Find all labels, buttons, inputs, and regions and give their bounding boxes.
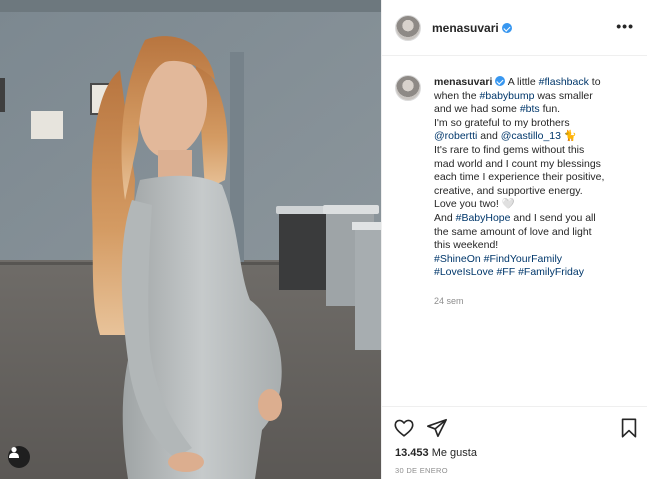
hashtag-link[interactable]: #FindYourFamily <box>484 253 562 265</box>
heart-icon[interactable] <box>393 417 415 439</box>
caption-line: I'm so grateful to my brothers <box>434 117 634 131</box>
caption-text: each time I experience their positive, <box>434 171 605 184</box>
caption-text: And <box>434 211 456 224</box>
header-username[interactable]: menasuvari <box>432 21 512 35</box>
more-options-icon[interactable]: ••• <box>616 19 634 33</box>
caption-line: @robertti and @castillo_13 🐈 <box>434 130 634 144</box>
paper-plane-icon[interactable] <box>426 417 448 439</box>
caption-avatar[interactable] <box>395 75 421 101</box>
caption-line: and we had some #bts fun. <box>434 103 634 117</box>
verified-badge-icon <box>501 23 512 33</box>
caption-text: A little <box>505 76 539 88</box>
caption-text: mad world and I count my blessings <box>434 157 601 170</box>
caption-text: I'm so grateful to my brothers <box>434 116 570 129</box>
user-tag-icon <box>9 447 19 458</box>
caption-line: this weekend! <box>434 239 634 253</box>
caption-text: and <box>477 130 501 143</box>
caption-line: when the #babybump was smaller <box>434 90 634 104</box>
hashtag-link[interactable]: #BabyHope <box>456 212 511 224</box>
hashtag-link[interactable]: #FamilyFriday <box>518 266 584 278</box>
caption-text: was smaller <box>534 89 593 102</box>
hashtag-link[interactable]: #LoveIsLove <box>434 266 494 278</box>
caption-line: It's rare to find gems without this <box>434 144 634 158</box>
caption-text: fun. <box>539 103 561 116</box>
caption-time[interactable]: 24 sem <box>434 296 464 306</box>
caption-text: to <box>588 76 601 88</box>
post-side-panel: menasuvari ••• menasuvari A little #flas… <box>381 0 647 479</box>
post-date[interactable]: 30 DE ENERO <box>395 466 448 475</box>
comments-section: menasuvari A little #flashback to when th… <box>382 56 647 406</box>
action-bar: 13.453 Me gusta 30 DE ENERO <box>382 406 647 479</box>
caption-text: the same amount of love and light <box>434 225 592 238</box>
hashtag-link[interactable]: #ShineOn <box>434 253 481 265</box>
caption-text: 🐈 <box>560 130 577 143</box>
likes-number[interactable]: 13.453 <box>395 447 429 459</box>
caption-line: the same amount of love and light <box>434 226 634 240</box>
post-image <box>0 0 381 479</box>
post-caption: menasuvari A little #flashback to when th… <box>434 76 634 280</box>
hashtag-link[interactable]: #FF <box>496 266 515 278</box>
caption-text: and I send you all <box>510 211 596 224</box>
header-username-text[interactable]: menasuvari <box>432 21 499 35</box>
caption-line: each time I experience their positive, <box>434 171 634 185</box>
caption-line: creative, and supportive energy. <box>434 185 634 199</box>
post-header: menasuvari ••• <box>382 0 647 56</box>
mention-link[interactable]: @castillo_13 <box>501 130 561 142</box>
caption-line: #ShineOn #FindYourFamily <box>434 253 634 267</box>
bookmark-icon[interactable] <box>618 417 640 439</box>
user-tag-button[interactable] <box>8 446 30 468</box>
caption-text: creative, and supportive energy. <box>434 184 583 197</box>
caption-text: when the <box>434 89 480 102</box>
likes-count[interactable]: 13.453 Me gusta <box>395 447 477 459</box>
mention-link[interactable]: @robertti <box>434 130 477 142</box>
caption-line: menasuvari A little #flashback to <box>434 76 634 90</box>
post-photo[interactable] <box>0 0 381 479</box>
caption-username[interactable]: menasuvari <box>434 76 492 88</box>
caption-line: #LoveIsLove #FF #FamilyFriday <box>434 266 634 280</box>
caption-text: It's rare to find gems without this <box>434 143 585 156</box>
caption-line: And #BabyHope and I send you all <box>434 212 634 226</box>
verified-badge-icon <box>495 76 506 86</box>
hashtag-link[interactable]: #babybump <box>480 90 535 102</box>
hashtag-link[interactable]: #flashback <box>539 76 589 88</box>
caption-line: mad world and I count my blessings <box>434 158 634 172</box>
avatar[interactable] <box>395 15 421 41</box>
hashtag-link[interactable]: #bts <box>520 103 540 115</box>
caption-text: this weekend! <box>434 239 499 252</box>
caption-line: Love you two! 🤍 <box>434 198 634 212</box>
likes-label[interactable]: Me gusta <box>432 447 477 459</box>
caption-text: Love you two! 🤍 <box>434 198 515 211</box>
caption-text: and we had some <box>434 103 520 116</box>
